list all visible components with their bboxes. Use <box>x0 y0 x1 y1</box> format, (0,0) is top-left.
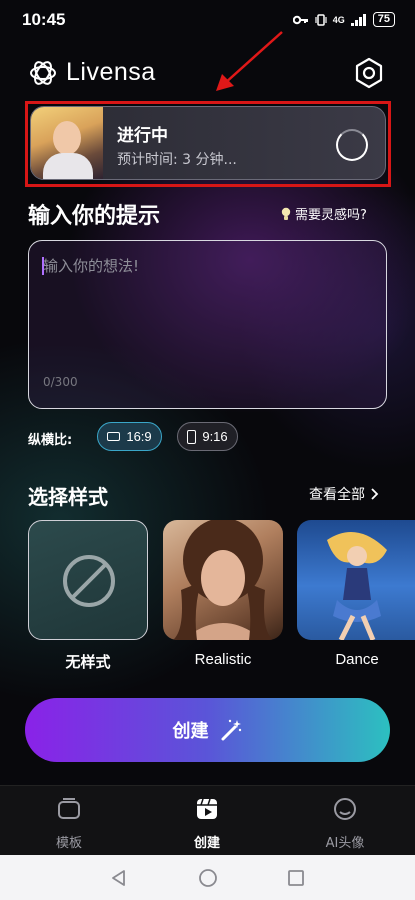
portrait-icon <box>187 429 197 444</box>
prompt-input[interactable] <box>43 255 373 365</box>
nav-item-ai-avatar[interactable]: AI头像 <box>295 796 395 851</box>
network-label: 4G <box>332 14 345 25</box>
settings-icon[interactable] <box>352 56 386 90</box>
style-name-dance: Dance <box>335 651 379 668</box>
app-logo-icon <box>30 61 56 85</box>
style-card-realistic[interactable] <box>163 520 283 640</box>
dance-preview-image <box>327 532 387 640</box>
back-icon[interactable] <box>110 869 126 887</box>
nav-label: AI头像 <box>325 836 365 851</box>
char-counter: 0/300 <box>43 375 78 389</box>
inspiration-link[interactable]: 需要灵感吗? <box>281 204 367 223</box>
prompt-title: 输入你的提示 <box>28 204 161 229</box>
style-section-title: 选择样式 <box>28 485 108 509</box>
aspect-ratio-label: 纵横比: <box>28 433 73 448</box>
text-caret <box>42 257 44 275</box>
style-card-dance[interactable] <box>297 520 415 640</box>
bottom-nav: 模板 创建 AI头像 <box>0 785 415 855</box>
no-style-icon <box>63 555 115 607</box>
realistic-preview-image <box>173 520 273 640</box>
nav-item-templates[interactable]: 模板 <box>19 796 119 851</box>
system-nav-bar <box>0 855 415 900</box>
create-video-icon <box>197 798 217 819</box>
signal-icon <box>350 13 366 26</box>
style-name-none: 无样式 <box>65 653 111 671</box>
annotation-arrow-icon <box>216 31 283 91</box>
magic-wand-icon <box>221 719 241 741</box>
nav-label: 模板 <box>55 836 82 851</box>
create-button[interactable]: 创建 <box>25 698 390 762</box>
landscape-icon <box>107 432 121 441</box>
avatar-icon <box>334 798 356 820</box>
nav-label: 创建 <box>193 836 220 851</box>
style-name-realistic: Realistic <box>194 651 252 668</box>
prompt-box[interactable]: 0/300 <box>28 240 387 409</box>
status-icons: 4G 75 <box>292 12 395 27</box>
inspiration-label: 需要灵感吗? <box>295 208 367 223</box>
style-card-none[interactable] <box>28 520 148 640</box>
aspect-option-9-16[interactable]: 9:16 <box>177 422 238 451</box>
create-button-label: 创建 <box>172 721 209 742</box>
vibrate-icon <box>315 13 327 26</box>
template-icon <box>58 798 80 819</box>
app-name: Livensa <box>66 58 156 86</box>
chevron-right-icon <box>371 488 379 500</box>
view-all-link[interactable]: 查看全部 <box>309 484 379 504</box>
highlight-box <box>25 101 391 187</box>
aspect-option-16-9[interactable]: 16:9 <box>97 422 162 451</box>
recents-icon[interactable] <box>287 869 305 887</box>
view-all-label: 查看全部 <box>309 487 365 503</box>
lightbulb-icon <box>281 207 291 220</box>
status-time: 10:45 <box>22 10 66 29</box>
battery-level: 75 <box>372 12 395 27</box>
aspect-option-label: 9:16 <box>202 429 228 444</box>
aspect-option-label: 16:9 <box>126 429 152 444</box>
key-icon <box>292 15 308 24</box>
home-icon[interactable] <box>198 868 218 888</box>
nav-item-create[interactable]: 创建 <box>157 796 257 851</box>
